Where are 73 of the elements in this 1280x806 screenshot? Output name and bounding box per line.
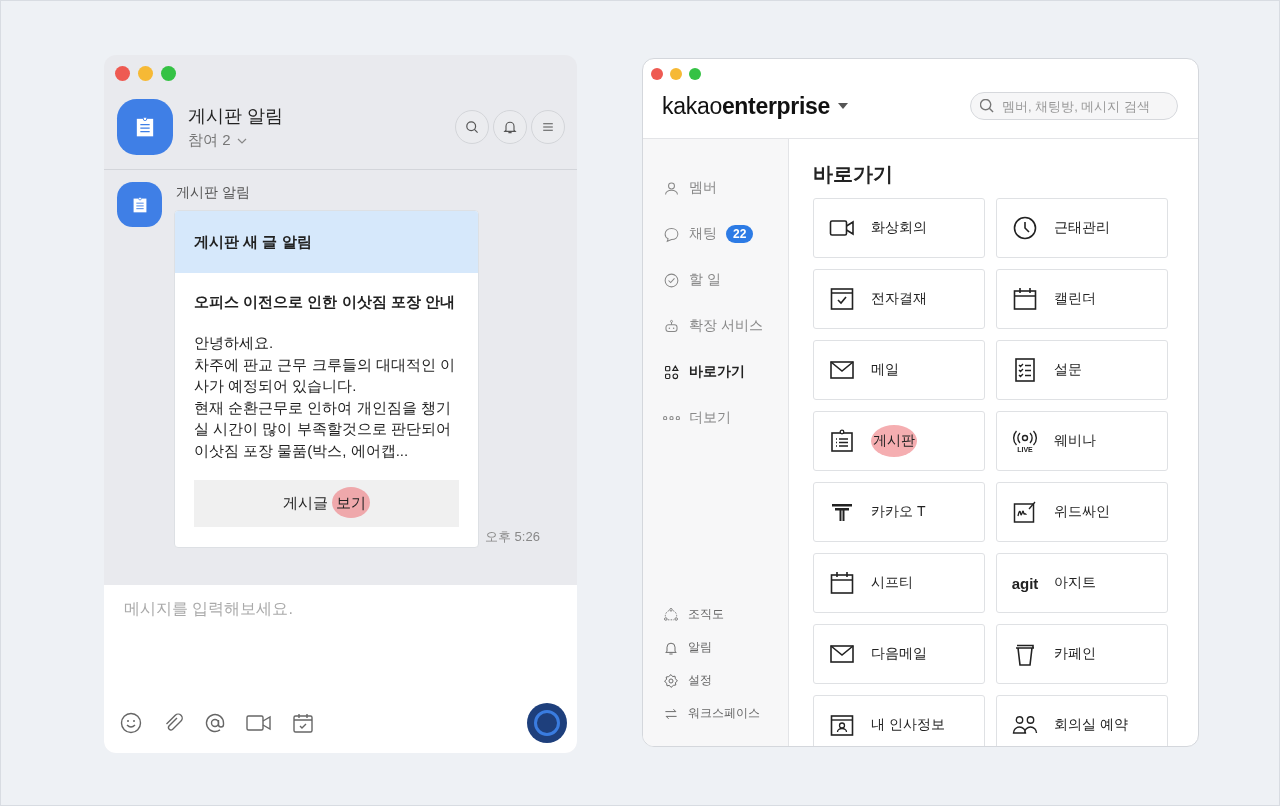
shortcut-tile[interactable]: 화상회의	[813, 198, 985, 258]
room-title: 게시판 알림	[188, 105, 284, 128]
message-input[interactable]: 메시지를 입력해보세요.	[104, 585, 577, 703]
shortcut-tile[interactable]: 내 인사정보	[813, 695, 985, 746]
dots-icon	[663, 415, 680, 421]
person-icon	[663, 179, 680, 197]
mention-icon[interactable]	[203, 711, 227, 735]
shortcut-tile[interactable]: 위드싸인	[996, 482, 1168, 542]
shortcut-tile[interactable]: 회의실 예약	[996, 695, 1168, 746]
search-field[interactable]: 멤버, 채팅방, 메시지 검색	[970, 92, 1178, 120]
board-avatar-icon	[117, 99, 173, 155]
calendar-icon	[1012, 286, 1038, 312]
minimize-button[interactable]	[670, 68, 682, 80]
emoji-icon[interactable]	[119, 711, 143, 735]
send-button[interactable]	[527, 703, 567, 743]
shortcut-tile[interactable]: agit 아지트	[996, 553, 1168, 613]
post-text: 차주에 판교 근무 크루들의 대대적인 이사가 예정되어 있습니다.	[194, 354, 456, 396]
close-button[interactable]	[651, 68, 663, 80]
caret-icon[interactable]	[838, 103, 849, 109]
shortcut-tile[interactable]: 근태관리	[996, 198, 1168, 258]
survey-icon	[1012, 357, 1038, 383]
notification-button[interactable]	[493, 110, 527, 144]
board-icon	[829, 428, 855, 454]
close-button[interactable]	[115, 66, 130, 81]
shortcut-tile[interactable]: 게시판	[813, 411, 985, 471]
chevron-down-icon[interactable]	[236, 137, 247, 144]
maximize-button[interactable]	[689, 68, 701, 80]
workspace-name[interactable]: kakaoenterprise	[662, 92, 831, 120]
board-avatar-icon	[117, 182, 162, 227]
sidebar-footer-item[interactable]: 설정	[663, 664, 788, 697]
view-post-button[interactable]: 게시글 보기	[194, 480, 459, 527]
settings-icon	[663, 672, 679, 689]
sidebar-item[interactable]: 바로가기	[663, 349, 788, 395]
shortcut-tile[interactable]: 다음메일	[813, 624, 985, 684]
post-text: 현재 순환근무로 인하여 개인짐을 챙기실 시간이 많이 부족할것으로 판단되어 이삿짐 포장 물품(박스, 에어캡...	[194, 397, 452, 461]
wordmark-logo: agit	[1011, 574, 1039, 592]
shortcut-tile[interactable]: 설문	[996, 340, 1168, 400]
grid-icon	[663, 363, 680, 381]
card-header: 게시판 새 글 알림	[175, 211, 478, 273]
shortcut-tile[interactable]: 전자결재	[813, 269, 985, 329]
post-text: 안녕하세요.	[194, 333, 275, 353]
search-button[interactable]	[455, 110, 489, 144]
sign-icon	[1012, 499, 1038, 525]
shortcut-tile[interactable]: 메일	[813, 340, 985, 400]
chat-icon	[663, 225, 680, 243]
sidebar-footer-item[interactable]: 조직도	[663, 598, 788, 631]
post-title: 오피스 이전으로 인한 이삿짐 포장 안내	[194, 293, 456, 312]
sidebar-item[interactable]: 채팅 22	[663, 211, 788, 257]
sidebar-footer-item[interactable]: 워크스페이스	[663, 697, 788, 730]
search-icon	[464, 119, 480, 135]
menu-button[interactable]	[531, 110, 565, 144]
shortcut-tile[interactable]: 카카오 T	[813, 482, 985, 542]
sidebar-footer-item[interactable]: 알림	[663, 631, 788, 664]
sender-name: 게시판 알림	[176, 184, 251, 202]
bell-icon	[502, 119, 518, 135]
unread-badge: 22	[726, 225, 754, 243]
message-time: 오후 5:26	[485, 528, 540, 546]
search-icon	[980, 99, 994, 113]
shortcut-tile[interactable]: 캘린더	[996, 269, 1168, 329]
org-chart-icon	[663, 606, 679, 623]
shortcut-tile[interactable]: 시프티	[813, 553, 985, 613]
shortcut-tile[interactable]: 카페인	[996, 624, 1168, 684]
participant-count[interactable]: 참여 2	[188, 131, 231, 150]
profile-icon	[829, 712, 855, 738]
clock-icon	[1012, 215, 1038, 241]
check-icon	[663, 271, 680, 289]
sidebar-item[interactable]: 할 일	[663, 257, 788, 303]
section-title: 바로가기	[813, 162, 894, 187]
calendar-check-icon[interactable]	[291, 711, 315, 735]
calendar-icon	[829, 570, 855, 596]
maximize-button[interactable]	[161, 66, 176, 81]
approval-icon	[829, 286, 855, 312]
robot-icon	[663, 317, 680, 335]
